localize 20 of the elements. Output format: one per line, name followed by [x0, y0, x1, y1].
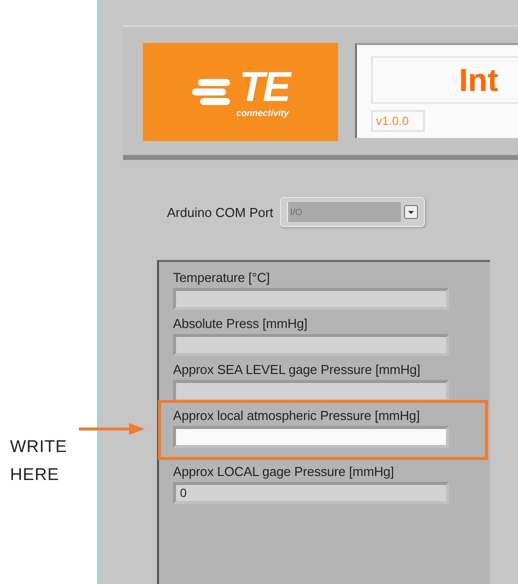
- io-placeholder: I/O: [287, 202, 402, 222]
- readout-field[interactable]: [173, 288, 449, 310]
- field-label: Absolute Press [mmHg]: [173, 316, 308, 331]
- field-label: Approx LOCAL gage Pressure [mmHg]: [173, 464, 395, 479]
- readout-field[interactable]: [173, 380, 449, 402]
- field-label: Temperature [°C]: [173, 270, 271, 285]
- readout-field[interactable]: [173, 334, 449, 356]
- field-label: Approx local atmospheric Pressure [mmHg]: [173, 408, 421, 423]
- field-label: Approx SEA LEVEL gage Pressure [mmHg]: [173, 362, 422, 377]
- annotation-note: WRITE HERE: [9, 436, 68, 486]
- dropdown-caret-icon[interactable]: [404, 205, 418, 219]
- arrow-icon: [79, 422, 145, 436]
- input-field[interactable]: [173, 426, 449, 448]
- readout-field[interactable]: 0: [173, 482, 449, 504]
- logo-mark: TE: [239, 66, 289, 106]
- app-title: Int: [459, 62, 498, 98]
- logo-tagline: connectivity: [236, 108, 289, 118]
- version-label: v1.0.0: [371, 110, 425, 132]
- com-port-label: Arduino COM Port: [167, 204, 274, 220]
- stripes-icon: [192, 77, 232, 107]
